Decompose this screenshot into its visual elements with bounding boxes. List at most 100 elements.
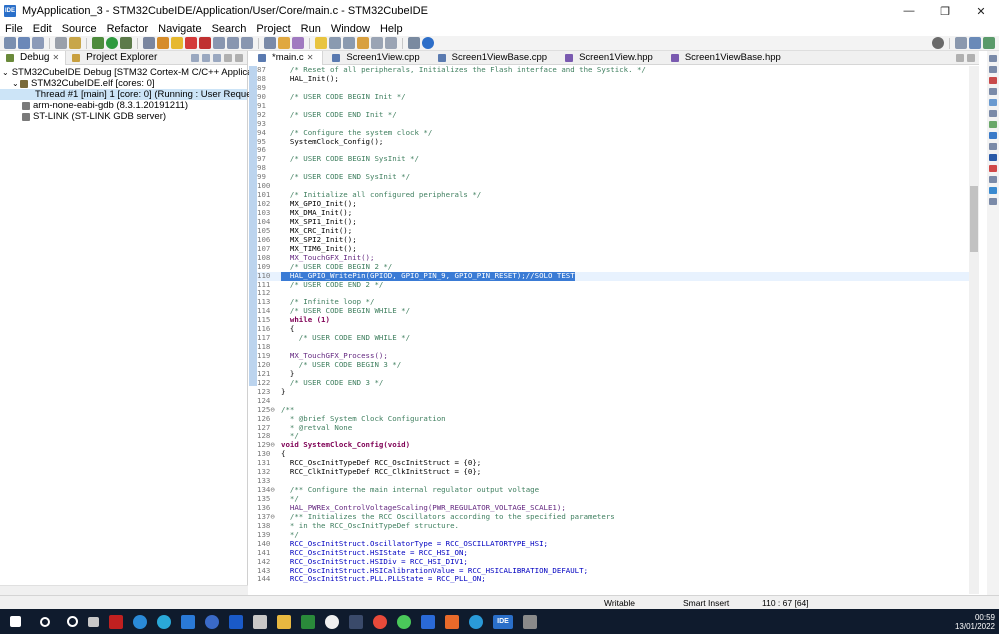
- chrome-icon[interactable]: [373, 614, 387, 629]
- breakpoints-icon[interactable]: [989, 77, 997, 84]
- scrollbar-thumb[interactable]: [970, 186, 978, 252]
- code-line[interactable]: 97 /* USER CODE BEGIN SysInit */: [257, 154, 969, 164]
- maximize-view-icon[interactable]: [235, 53, 243, 62]
- external-tools-icon[interactable]: [120, 37, 132, 49]
- code-line[interactable]: 87 /* Reset of all peripherals, Initiali…: [257, 66, 969, 75]
- chevron-down-icon[interactable]: ⌄: [12, 79, 20, 88]
- instruction-step-icon[interactable]: [264, 37, 276, 49]
- excel-icon[interactable]: [301, 614, 315, 629]
- menu-file[interactable]: File: [0, 23, 28, 35]
- tree-item-thread[interactable]: Thread #1 [main] 1 [core: 0] (Running : …: [0, 89, 262, 100]
- tree-item-launch[interactable]: ⌄ STM32CubeIDE Debug [STM32 Cortex-M C/C…: [0, 67, 270, 78]
- debug-icon[interactable]: [92, 37, 104, 49]
- code-line[interactable]: 120 /* USER CODE BEGIN 3 */: [257, 360, 969, 370]
- skip-breakpoints-icon[interactable]: [143, 37, 155, 49]
- calculator-icon[interactable]: [523, 614, 537, 629]
- code-line[interactable]: 102 MX_GPIO_Init();: [257, 199, 969, 209]
- expressions-icon[interactable]: [989, 88, 997, 95]
- calendar-icon[interactable]: [421, 614, 435, 629]
- view-menu-icon[interactable]: [213, 53, 221, 62]
- highlight-icon[interactable]: [315, 37, 327, 49]
- forward-icon[interactable]: [385, 37, 397, 49]
- problems-icon[interactable]: [989, 132, 997, 139]
- menu-navigate[interactable]: Navigate: [153, 23, 206, 35]
- minimize-view-icon[interactable]: [224, 53, 232, 62]
- debug-perspective-icon[interactable]: [983, 37, 995, 49]
- minimize-button[interactable]: —: [891, 0, 927, 22]
- sfrs-icon[interactable]: [989, 198, 997, 205]
- console-icon[interactable]: [989, 121, 997, 128]
- tasks-icon[interactable]: [989, 143, 997, 150]
- terminate-icon[interactable]: [185, 37, 197, 49]
- line-number[interactable]: 144: [257, 574, 281, 584]
- collapse-all-icon[interactable]: [191, 53, 199, 62]
- code-line[interactable]: 115 while (1): [257, 315, 969, 325]
- maximize-button[interactable]: ❐: [927, 0, 963, 22]
- menu-search[interactable]: Search: [207, 23, 252, 35]
- code-line[interactable]: 101 /* Initialize all configured periphe…: [257, 190, 969, 200]
- code-line[interactable]: 129⊖ void SystemClock_Config(void): [257, 440, 969, 450]
- horizontal-scrollbar[interactable]: [0, 585, 248, 595]
- system-clock[interactable]: 00:59 13/01/2022: [955, 613, 995, 631]
- close-button[interactable]: ✕: [963, 0, 999, 22]
- chevron-down-icon[interactable]: ⌄: [2, 68, 9, 77]
- disconnect-icon[interactable]: [199, 37, 211, 49]
- outline-icon[interactable]: [989, 55, 997, 62]
- search-icon[interactable]: [932, 37, 944, 49]
- save-icon[interactable]: [18, 37, 30, 49]
- build-analyzer-icon[interactable]: [989, 154, 997, 161]
- tab-debug[interactable]: Debug ✕: [0, 50, 67, 65]
- task-view-icon[interactable]: [88, 616, 99, 627]
- live-expressions-icon[interactable]: [989, 187, 997, 194]
- file-explorer-icon[interactable]: [277, 614, 291, 629]
- code-line[interactable]: 117 /* USER CODE END WHILE */: [257, 333, 969, 343]
- swv-icon[interactable]: [989, 176, 997, 183]
- code-line[interactable]: 105 MX_CRC_Init();: [257, 226, 969, 236]
- resume-icon[interactable]: [157, 37, 169, 49]
- step-return-icon[interactable]: [241, 37, 253, 49]
- tab-screen1viewbase-hpp[interactable]: Screen1ViewBase.hpp: [662, 51, 790, 65]
- edge-chromium-icon[interactable]: [157, 614, 171, 629]
- menu-run[interactable]: Run: [296, 23, 326, 35]
- info-icon[interactable]: [422, 37, 434, 49]
- print-icon[interactable]: [55, 37, 67, 49]
- menu-project[interactable]: Project: [251, 23, 295, 35]
- app-icon[interactable]: [109, 614, 123, 629]
- cpp-perspective-icon[interactable]: [969, 37, 981, 49]
- search-tool-icon[interactable]: [292, 37, 304, 49]
- code-line[interactable]: 88 HAL_Init();: [257, 74, 969, 84]
- code-line[interactable]: 106 MX_SPI2_Init();: [257, 235, 969, 245]
- build-icon[interactable]: [69, 37, 81, 49]
- code-line[interactable]: 123}: [257, 387, 969, 397]
- tree-item-stlink[interactable]: ST-LINK (ST-LINK GDB server): [0, 111, 247, 122]
- new-icon[interactable]: [4, 37, 16, 49]
- run-icon[interactable]: [106, 37, 118, 49]
- vertical-scrollbar[interactable]: [969, 66, 979, 594]
- code-line[interactable]: 138 * in the RCC_OscInitTypeDef structur…: [257, 521, 969, 531]
- menu-help[interactable]: Help: [375, 23, 408, 35]
- close-icon[interactable]: ✕: [52, 53, 59, 62]
- maximize-view-icon[interactable]: [967, 53, 975, 62]
- status-app-icon[interactable]: [397, 614, 411, 629]
- terminal-icon[interactable]: [349, 614, 363, 629]
- last-edit-icon[interactable]: [357, 37, 369, 49]
- code-line[interactable]: 124: [257, 396, 969, 406]
- registers-icon[interactable]: [989, 99, 997, 106]
- close-icon[interactable]: ✕: [307, 53, 314, 62]
- code-line[interactable]: 111 /* USER CODE END 2 */: [257, 280, 969, 290]
- code-line[interactable]: 95 SystemClock_Config();: [257, 137, 969, 147]
- code-line[interactable]: 92 /* USER CODE END Init */: [257, 110, 969, 120]
- step-over-icon[interactable]: [227, 37, 239, 49]
- code-line[interactable]: 144 RCC_OscInitStruct.PLL.PLLState = RCC…: [257, 574, 969, 584]
- minimize-view-icon[interactable]: [956, 53, 964, 62]
- sync-icon[interactable]: [253, 614, 267, 629]
- previous-annotation-icon[interactable]: [343, 37, 355, 49]
- tab-main-c[interactable]: *main.c ✕: [249, 50, 324, 65]
- menu-refactor[interactable]: Refactor: [102, 23, 154, 35]
- stm32cubeide-taskbar-icon[interactable]: IDE: [493, 614, 513, 629]
- tab-screen1view-cpp[interactable]: Screen1View.cpp: [323, 51, 428, 65]
- mail-icon[interactable]: [181, 614, 195, 629]
- edge-icon[interactable]: [133, 614, 147, 629]
- browser-icon[interactable]: [205, 614, 219, 629]
- open-perspective-icon[interactable]: [955, 37, 967, 49]
